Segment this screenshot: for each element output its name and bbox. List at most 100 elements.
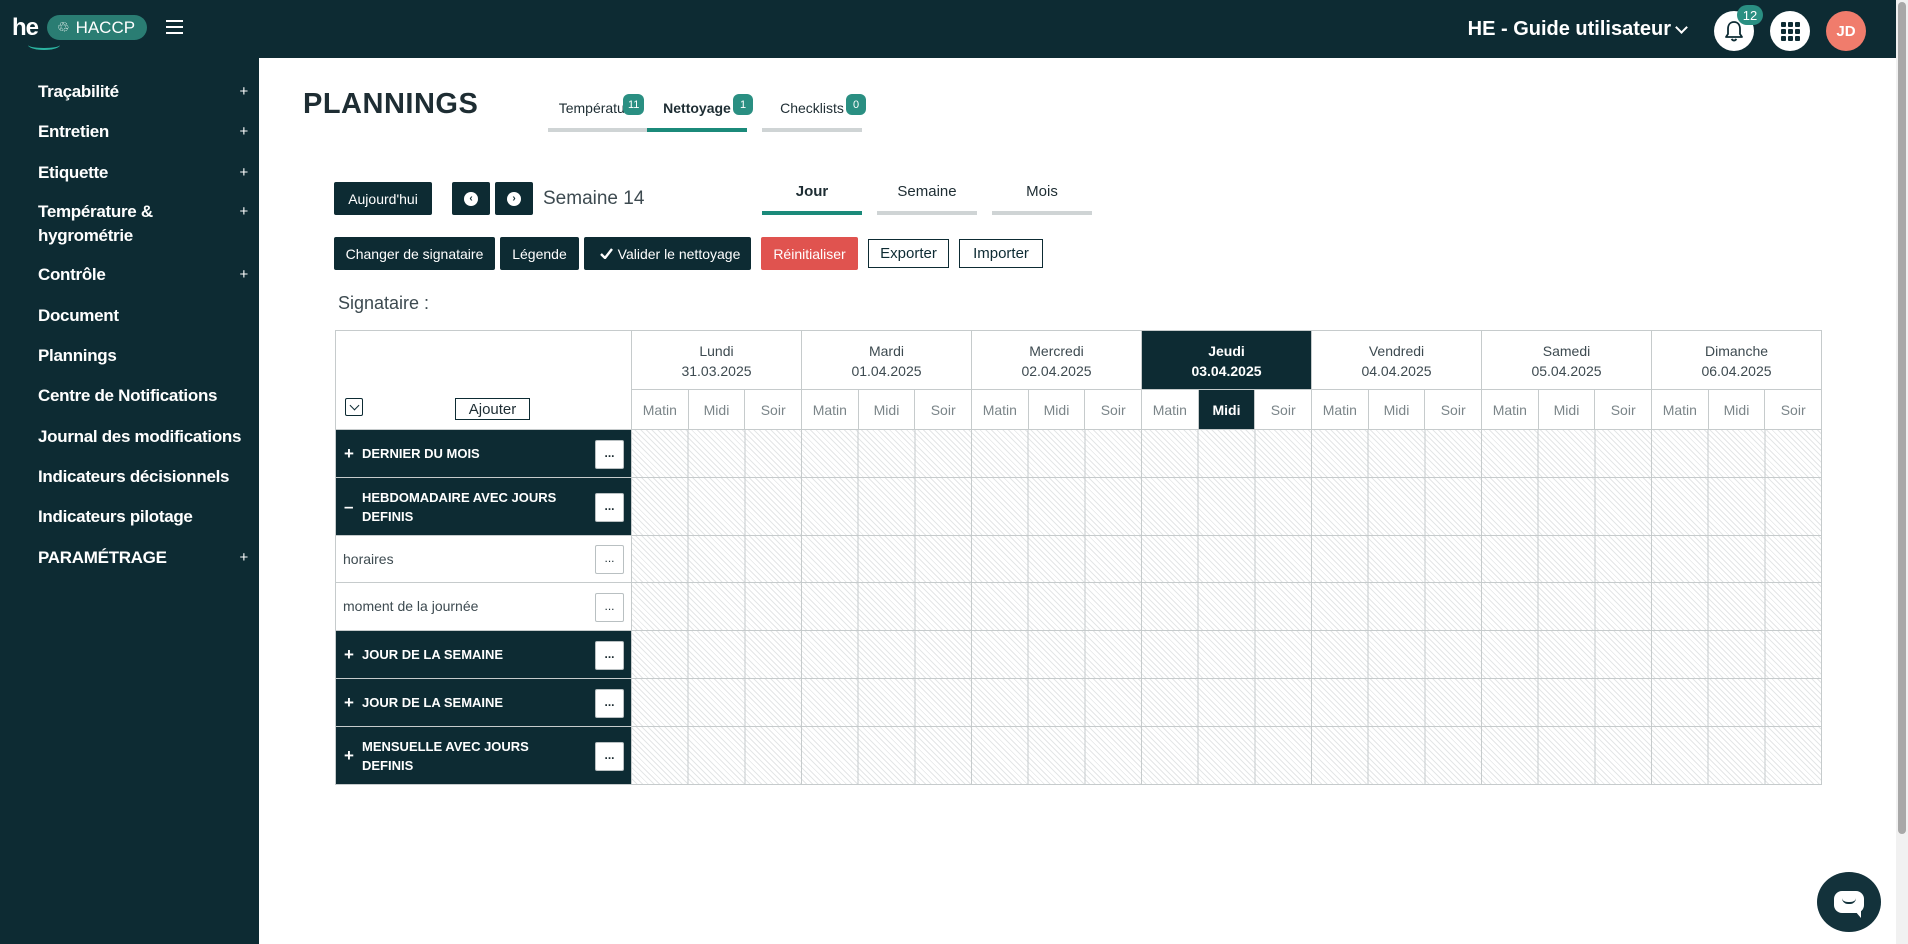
sidebar-item-plannings[interactable]: Plannings	[38, 344, 248, 368]
slot-header[interactable]: Matin	[1652, 390, 1709, 430]
slot-header[interactable]: Midi	[1708, 390, 1766, 430]
planning-group-row[interactable]: + DERNIER DU MOIS...	[336, 430, 632, 478]
expand-icon: +	[239, 164, 249, 181]
planning-cells-row[interactable]	[632, 631, 1822, 679]
day-name: Mercredi	[1029, 343, 1084, 359]
day-date: 05.04.2025	[1531, 363, 1602, 379]
menu-toggle-icon[interactable]	[166, 20, 183, 34]
expand-icon[interactable]: +	[344, 444, 362, 464]
sidebar-item-label: PARAMÉTRAGE	[38, 548, 167, 567]
slot-header[interactable]: Soir	[915, 390, 972, 430]
slot-header[interactable]: Soir	[1085, 390, 1142, 430]
sidebar-item-controle[interactable]: Contrôle +	[38, 263, 248, 287]
next-week-button[interactable]: ›	[495, 182, 533, 215]
change-signer-button[interactable]: Changer de signataire	[334, 237, 495, 270]
slot-header[interactable]: Matin	[1142, 390, 1199, 430]
tab-nettoyage[interactable]: Nettoyage	[647, 100, 747, 132]
row-options-button[interactable]: ...	[595, 439, 624, 469]
slot-header[interactable]: Soir	[1255, 390, 1312, 430]
sidebar-item-indicateurs-pilotage[interactable]: Indicateurs pilotage	[38, 505, 248, 529]
day-date: 06.04.2025	[1701, 363, 1772, 379]
legend-button[interactable]: Légende	[500, 237, 579, 270]
module-badge[interactable]: ♲ HACCP	[47, 15, 148, 40]
slot-header[interactable]: Soir	[1765, 390, 1822, 430]
workspace-selector[interactable]: HE - Guide utilisateur	[1468, 18, 1688, 41]
planning-task-row[interactable]: horaires...	[336, 536, 632, 583]
view-tab-jour[interactable]: Jour	[762, 183, 862, 215]
reset-button[interactable]: Réinitialiser	[761, 237, 858, 270]
row-options-button[interactable]: ...	[595, 741, 624, 771]
slot-header[interactable]: Matin	[1312, 390, 1369, 430]
day-name: Jeudi	[1208, 343, 1245, 359]
expand-icon[interactable]: +	[344, 746, 362, 766]
expand-icon[interactable]: +	[344, 693, 362, 713]
row-options-button[interactable]: ...	[595, 492, 624, 522]
expand-icon[interactable]: +	[344, 645, 362, 665]
planning-group-row[interactable]: – HEBDOMADAIRE AVEC JOURS DEFINIS...	[336, 478, 632, 536]
row-label: moment de la journée	[343, 598, 479, 614]
scrollbar-thumb[interactable]	[1898, 2, 1906, 834]
slot-header[interactable]: Midi	[1538, 390, 1596, 430]
planning-cells-row[interactable]	[632, 430, 1822, 478]
sidebar-item-tracabilite[interactable]: Traçabilité +	[38, 80, 248, 104]
planning-cells-row[interactable]	[632, 727, 1822, 785]
expand-icon: +	[239, 123, 249, 140]
page-scrollbar[interactable]	[1896, 0, 1908, 944]
slot-header[interactable]: Matin	[1482, 390, 1539, 430]
collapse-all-button[interactable]	[345, 398, 363, 416]
slot-header[interactable]: Soir	[1595, 390, 1652, 430]
slot-header[interactable]: Matin	[802, 390, 859, 430]
row-options-button[interactable]: ...	[595, 545, 624, 574]
day-name: Samedi	[1542, 343, 1591, 359]
slot-header[interactable]: Matin	[632, 390, 689, 430]
day-name: Dimanche	[1704, 343, 1769, 359]
sidebar-item-temperature[interactable]: Température & hygrométrie +	[38, 200, 248, 248]
validate-cleaning-button[interactable]: check Valider le nettoyage	[584, 237, 751, 270]
planning-task-row[interactable]: moment de la journée...	[336, 583, 632, 631]
collapse-icon[interactable]: –	[344, 497, 362, 517]
slot-header[interactable]: Matin	[972, 390, 1029, 430]
sidebar-item-journal[interactable]: Journal des modifications	[38, 425, 248, 449]
day-header: Jeudi 03.04.2025	[1142, 331, 1312, 390]
expand-icon: +	[239, 203, 249, 220]
planning-cells-row[interactable]	[632, 679, 1822, 727]
slot-header[interactable]: Soir	[1425, 390, 1482, 430]
planning-group-row[interactable]: + MENSUELLE AVEC JOURS DEFINIS...	[336, 727, 632, 785]
slot-header[interactable]: Soir	[745, 390, 802, 430]
row-options-button[interactable]: ...	[595, 688, 624, 718]
apps-button[interactable]	[1770, 11, 1810, 51]
row-label: MENSUELLE AVEC JOURS DEFINIS	[362, 738, 529, 773]
sidebar-item-parametrage[interactable]: PARAMÉTRAGE +	[38, 546, 248, 570]
planning-group-row[interactable]: + JOUR DE LA SEMAINE...	[336, 679, 632, 727]
sidebar-item-label: Contrôle	[38, 265, 106, 284]
export-button[interactable]: Exporter	[868, 239, 949, 268]
row-options-button[interactable]: ...	[595, 592, 624, 622]
slot-header[interactable]: Midi	[688, 390, 746, 430]
planning-cells-row[interactable]	[632, 478, 1822, 536]
planning-grid: Ajouter Lundi 31.03.2025 Matin Midi Soir Mard…	[335, 330, 1822, 785]
today-button[interactable]: Aujourd'hui	[334, 182, 432, 215]
view-tab-mois[interactable]: Mois	[992, 183, 1092, 215]
add-button[interactable]: Ajouter	[455, 398, 530, 420]
planning-cells-row[interactable]	[632, 536, 1822, 583]
row-options-button[interactable]: ...	[595, 640, 624, 670]
previous-week-button[interactable]: ‹	[452, 182, 490, 215]
import-button[interactable]: Importer	[959, 239, 1043, 268]
slot-header[interactable]: Midi	[1368, 390, 1426, 430]
slot-header[interactable]: Midi	[1028, 390, 1086, 430]
slot-header[interactable]: Midi	[858, 390, 916, 430]
view-tab-semaine[interactable]: Semaine	[877, 183, 977, 215]
user-avatar[interactable]: JD	[1826, 11, 1866, 51]
sidebar-item-document[interactable]: Document	[38, 304, 248, 328]
planning-group-row[interactable]: + JOUR DE LA SEMAINE...	[336, 631, 632, 679]
sidebar-item-notifications[interactable]: Centre de Notifications	[38, 384, 248, 408]
planning-cells-row[interactable]	[632, 583, 1822, 631]
tab-count-badge: 11	[623, 94, 645, 115]
sidebar-item-etiquette[interactable]: Etiquette +	[38, 161, 248, 185]
day-header: Lundi 31.03.2025	[632, 331, 802, 390]
brand-logo[interactable]: he	[12, 14, 60, 50]
sidebar-item-entretien[interactable]: Entretien +	[38, 120, 248, 144]
chat-button[interactable]	[1817, 872, 1881, 932]
sidebar-item-indicateurs-decisionnels[interactable]: Indicateurs décisionnels	[38, 465, 248, 489]
slot-header[interactable]: Midi	[1198, 390, 1256, 430]
